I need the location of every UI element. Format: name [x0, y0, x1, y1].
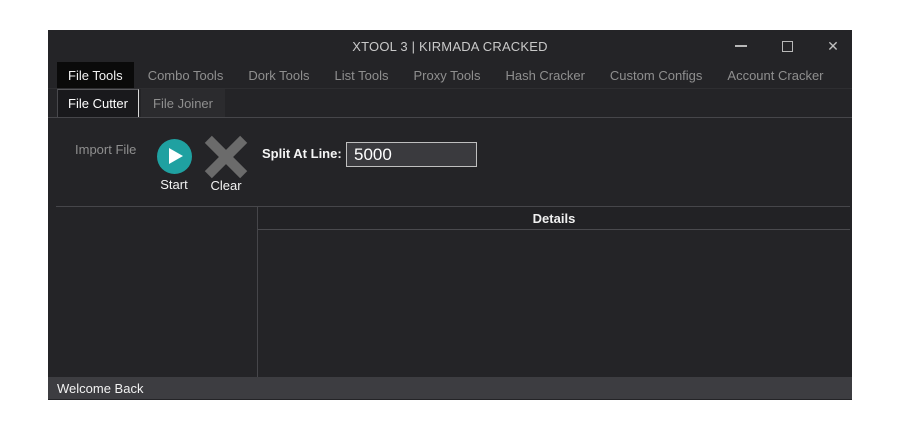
tab-custom-configs[interactable]: Custom Configs: [599, 62, 713, 88]
close-icon: ✕: [827, 39, 839, 53]
play-icon: [157, 139, 192, 174]
split-at-line-input[interactable]: [346, 142, 477, 167]
main-tab-strip: File Tools Combo Tools Dork Tools List T…: [48, 62, 852, 89]
minimize-button[interactable]: [726, 30, 756, 62]
tab-account-cracker[interactable]: Account Cracker: [716, 62, 834, 88]
details-column-header[interactable]: Details: [258, 207, 850, 230]
status-text: Welcome Back: [57, 381, 143, 396]
window-controls: ✕: [726, 30, 848, 62]
results-area: Details: [48, 206, 852, 377]
details-list[interactable]: [258, 231, 850, 377]
maximize-button[interactable]: [772, 30, 802, 62]
split-at-line-label: Split At Line:: [262, 146, 342, 161]
details-panel: Details: [258, 207, 850, 377]
close-button[interactable]: ✕: [818, 30, 848, 62]
tab-file-tools[interactable]: File Tools: [57, 62, 134, 88]
minimize-icon: [735, 45, 747, 47]
tab-proxy-tools[interactable]: Proxy Tools: [402, 62, 491, 88]
clear-button[interactable]: Clear: [204, 139, 248, 193]
tab-hash-cracker[interactable]: Hash Cracker: [494, 62, 595, 88]
app-window: XTOOL 3 | KIRMADA CRACKED ✕ File Tools C…: [48, 30, 852, 400]
titlebar: XTOOL 3 | KIRMADA CRACKED ✕: [48, 30, 852, 62]
tab-file-joiner[interactable]: File Joiner: [141, 89, 225, 117]
maximize-icon: [782, 41, 793, 52]
sub-tab-strip: File Cutter File Joiner: [48, 89, 852, 117]
file-list-box[interactable]: [50, 207, 257, 377]
tab-list-tools[interactable]: List Tools: [324, 62, 400, 88]
clear-button-label: Clear: [204, 178, 248, 193]
start-button-label: Start: [152, 177, 196, 192]
start-button[interactable]: Start: [152, 139, 196, 192]
tab-file-cutter[interactable]: File Cutter: [57, 89, 139, 117]
clear-x-icon: [206, 139, 246, 175]
tab-combo-tools[interactable]: Combo Tools: [137, 62, 235, 88]
file-cutter-toolbar: Import File Start Clear Split At Line:: [48, 117, 852, 206]
import-file-label: Import File: [75, 142, 136, 157]
tab-dork-tools[interactable]: Dork Tools: [237, 62, 320, 88]
status-bar: Welcome Back: [48, 377, 852, 399]
